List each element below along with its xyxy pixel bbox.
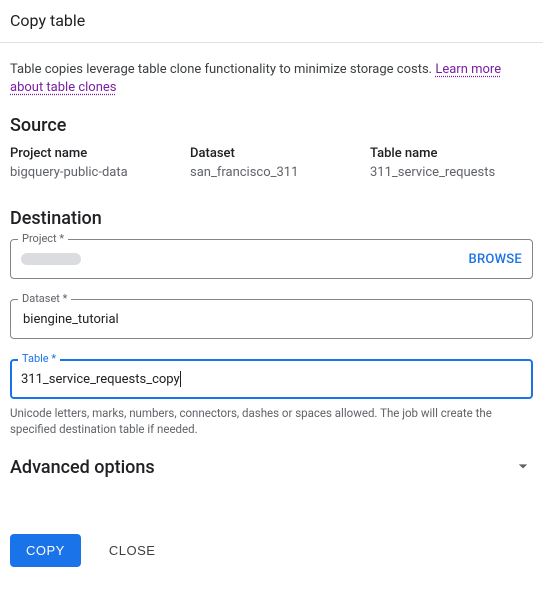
divider xyxy=(0,42,543,43)
project-field: Project * BROWSE xyxy=(10,239,533,279)
project-field-label: Project * xyxy=(18,232,68,245)
project-field-box[interactable]: BROWSE xyxy=(10,239,533,279)
dataset-field-box[interactable] xyxy=(10,299,533,339)
close-button[interactable]: CLOSE xyxy=(103,542,162,559)
dialog-footer: COPY CLOSE xyxy=(10,534,533,567)
info-text-body: Table copies leverage table clone functi… xyxy=(10,62,435,77)
copy-table-dialog: Copy table Table copies leverage table c… xyxy=(0,0,543,577)
table-field-box[interactable]: 311_service_requests_copy xyxy=(10,359,533,399)
source-dataset-col: Dataset san_francisco_311 xyxy=(190,146,340,180)
source-heading: Source xyxy=(10,115,533,136)
browse-button[interactable]: BROWSE xyxy=(468,252,522,267)
table-input-text[interactable]: 311_service_requests_copy xyxy=(21,372,180,387)
advanced-options-label: Advanced options xyxy=(10,457,155,478)
dataset-field: Dataset * xyxy=(10,299,533,339)
source-table-value: 311_service_requests xyxy=(370,165,520,180)
table-field-label: Table * xyxy=(18,352,60,365)
dataset-input[interactable] xyxy=(21,311,522,328)
info-text: Table copies leverage table clone functi… xyxy=(10,61,533,97)
source-project-label: Project name xyxy=(10,146,160,161)
source-table-label: Table name xyxy=(370,146,520,161)
advanced-options-toggle[interactable]: Advanced options xyxy=(10,444,533,490)
copy-button[interactable]: COPY xyxy=(10,534,81,567)
table-field: Table * 311_service_requests_copy Unicod… xyxy=(10,359,533,437)
project-value-redacted xyxy=(21,253,81,265)
source-project-value: bigquery-public-data xyxy=(10,165,160,180)
source-table-col: Table name 311_service_requests xyxy=(370,146,520,180)
chevron-down-icon xyxy=(513,456,533,480)
dataset-field-label: Dataset * xyxy=(18,292,71,305)
source-grid: Project name bigquery-public-data Datase… xyxy=(10,146,533,180)
source-dataset-value: san_francisco_311 xyxy=(190,165,340,180)
table-helper-text: Unicode letters, marks, numbers, connect… xyxy=(10,405,533,437)
source-project-col: Project name bigquery-public-data xyxy=(10,146,160,180)
source-dataset-label: Dataset xyxy=(190,146,340,161)
text-caret xyxy=(180,371,181,387)
dialog-title: Copy table xyxy=(10,5,533,42)
destination-heading: Destination xyxy=(10,208,533,229)
